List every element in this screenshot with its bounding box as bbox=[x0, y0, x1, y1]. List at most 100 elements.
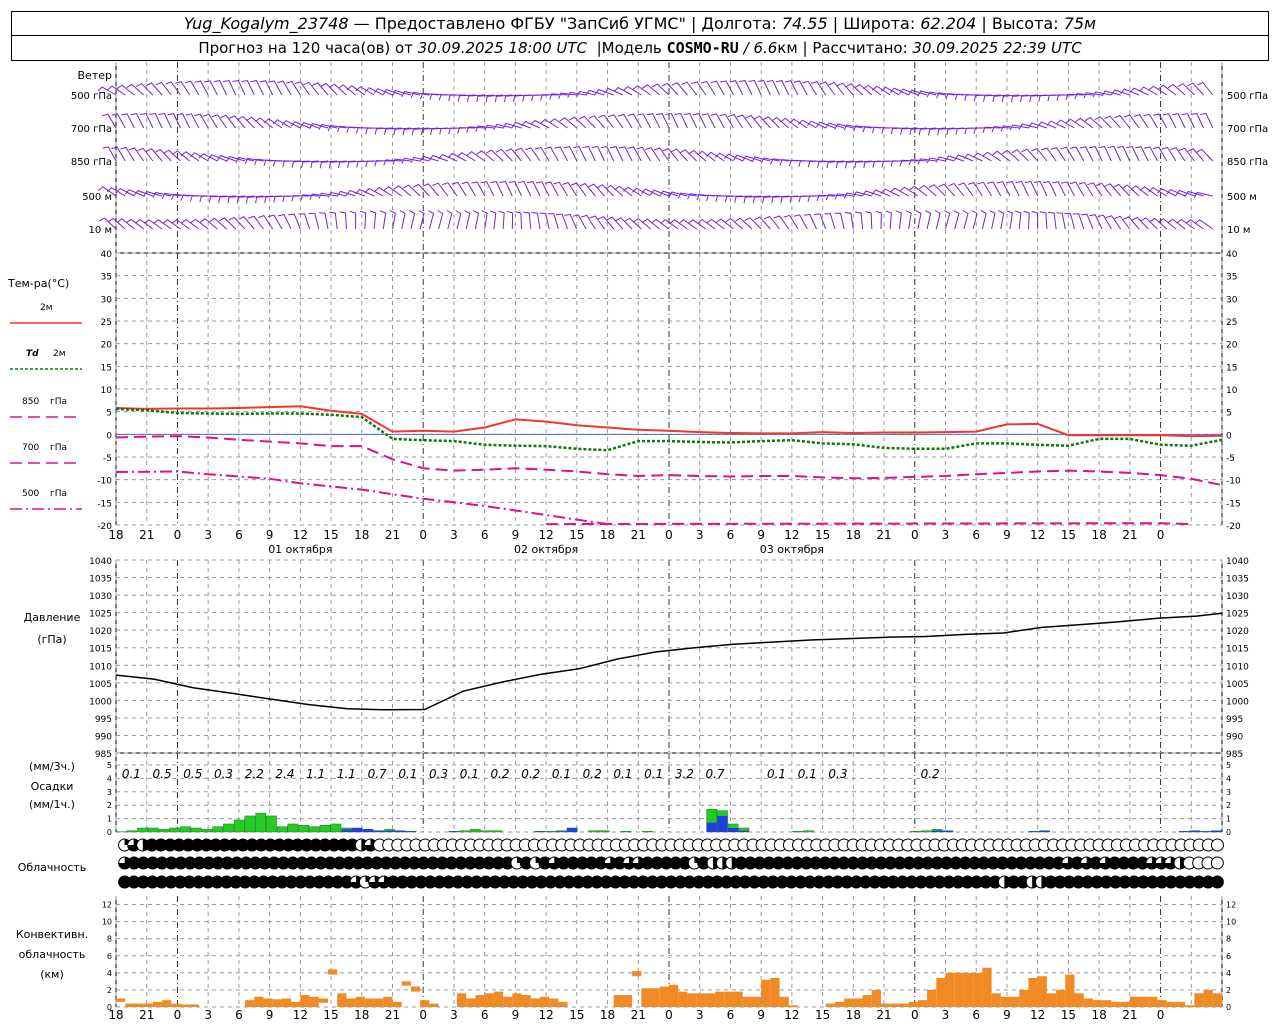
wind-barb bbox=[661, 82, 679, 96]
conv-bar bbox=[549, 998, 559, 1007]
wind-barb bbox=[562, 182, 578, 197]
wind-barb bbox=[1043, 181, 1057, 197]
wind-barb bbox=[498, 210, 505, 230]
wind-barb bbox=[461, 181, 476, 197]
wind-barb bbox=[547, 213, 559, 230]
wind-barb bbox=[484, 124, 504, 131]
precip-conv-bar bbox=[341, 829, 352, 832]
wind-barb bbox=[865, 211, 873, 230]
conv-bar bbox=[659, 986, 669, 1007]
wind-barb bbox=[962, 210, 969, 230]
conv-bar bbox=[1019, 989, 1029, 1007]
precip-ytick-right: 5 bbox=[1226, 761, 1231, 770]
conv-bar bbox=[1065, 974, 1075, 1007]
precip-bar bbox=[545, 831, 556, 833]
conv-ytick-right: 10 bbox=[1226, 918, 1236, 927]
legend-prefix: 850 bbox=[22, 397, 39, 407]
wind-barb bbox=[618, 146, 633, 162]
time-tick-bottom: 9 bbox=[512, 1008, 520, 1022]
temp-ytick-right: -15 bbox=[1226, 499, 1241, 509]
wind-barb bbox=[364, 187, 384, 197]
wind-barb bbox=[793, 214, 808, 230]
wind-barb bbox=[1098, 145, 1112, 162]
precip-conv-bar bbox=[534, 831, 546, 832]
conv-bar bbox=[180, 1004, 190, 1007]
time-tick: 0 bbox=[665, 528, 673, 542]
conv-bar bbox=[291, 1001, 301, 1007]
temp-ytick-left: -10 bbox=[97, 477, 112, 487]
wind-barb bbox=[1011, 149, 1029, 162]
precip-ytick-left: 2 bbox=[107, 801, 112, 810]
conv-bar bbox=[300, 995, 310, 1007]
time-tick: 0 bbox=[911, 528, 919, 542]
time-tick: 3 bbox=[204, 528, 212, 542]
wind-barb bbox=[438, 153, 458, 162]
wind-barb bbox=[1138, 86, 1158, 96]
wind-barb bbox=[455, 210, 462, 230]
wind-barb bbox=[890, 187, 909, 197]
wind-barb bbox=[259, 80, 274, 96]
wind-barb bbox=[165, 81, 181, 96]
wind-barb bbox=[116, 84, 135, 96]
time-tick-bottom: 3 bbox=[204, 1008, 212, 1022]
wind-barb bbox=[1070, 146, 1085, 162]
temp-ytick-right: 20 bbox=[1226, 341, 1238, 351]
time-tick-bottom: 9 bbox=[266, 1008, 274, 1022]
precip-3h-total: 0.5 bbox=[153, 767, 172, 781]
pres-ytick-right: 1005 bbox=[1226, 680, 1249, 690]
wind-barb bbox=[149, 112, 163, 129]
legend-label: гПа bbox=[50, 443, 67, 453]
conv-bar bbox=[834, 1001, 845, 1007]
wind-barb bbox=[1200, 112, 1214, 129]
wind-barb bbox=[506, 210, 514, 230]
wind-barb bbox=[720, 80, 734, 96]
precip-bar bbox=[792, 831, 803, 833]
precip-3h-total: 0.1 bbox=[552, 767, 571, 781]
wind-barb bbox=[963, 153, 983, 162]
precip-3h-total: 0.3 bbox=[828, 767, 847, 781]
precip-3h-total: 0.5 bbox=[183, 767, 202, 781]
wind-barb bbox=[958, 182, 974, 197]
wind-barb bbox=[744, 217, 762, 230]
wind-barb bbox=[213, 80, 228, 96]
legend-prefix: 500 bbox=[22, 489, 39, 499]
precip-conv-bar bbox=[1039, 830, 1050, 832]
time-tick-bottom: 21 bbox=[385, 1008, 400, 1022]
precip-ytick-left: 0 bbox=[107, 828, 112, 837]
wind-barb bbox=[204, 80, 218, 96]
conv-bar bbox=[429, 1003, 439, 1007]
conv-bar bbox=[383, 996, 393, 1007]
wind-barb bbox=[540, 118, 559, 129]
precip-3h-total: 0.1 bbox=[644, 767, 663, 781]
wind-barb bbox=[872, 160, 891, 168]
conv-bar bbox=[1166, 1001, 1176, 1007]
conv-bar bbox=[493, 991, 504, 1007]
precip-bar bbox=[190, 827, 202, 833]
wind-barb bbox=[167, 113, 181, 129]
conv-bar bbox=[917, 1000, 928, 1007]
cloud-symbol bbox=[1210, 838, 1224, 852]
precip-conv-bar bbox=[395, 830, 406, 832]
wind-barb bbox=[1110, 89, 1130, 96]
wind-barb bbox=[128, 147, 145, 162]
conv-bar bbox=[318, 998, 328, 1003]
precip-3h-total: 0.2 bbox=[521, 767, 540, 781]
precip-conv-bar bbox=[448, 831, 460, 832]
precip-bar bbox=[803, 830, 814, 833]
time-tick-bottom: 12 bbox=[538, 1008, 553, 1022]
conv-ytick-left: 6 bbox=[107, 952, 112, 961]
time-tick: 3 bbox=[696, 528, 704, 542]
precip-3h-total: 0.1 bbox=[122, 767, 141, 781]
conv-bar bbox=[1175, 1001, 1186, 1007]
conv-bar bbox=[751, 996, 762, 1007]
wind-barb bbox=[1178, 147, 1195, 162]
pres-ytick-left: 1000 bbox=[89, 697, 112, 707]
precip-3h-total: 0.2 bbox=[921, 767, 940, 781]
wind-barb bbox=[158, 112, 172, 129]
conv-bar bbox=[1028, 977, 1038, 1007]
wind-barb bbox=[250, 80, 264, 96]
pres-ytick-right: 1015 bbox=[1226, 645, 1249, 655]
conv-bar bbox=[475, 995, 485, 1007]
precip-bar bbox=[459, 830, 471, 833]
wind-barb bbox=[773, 215, 790, 230]
